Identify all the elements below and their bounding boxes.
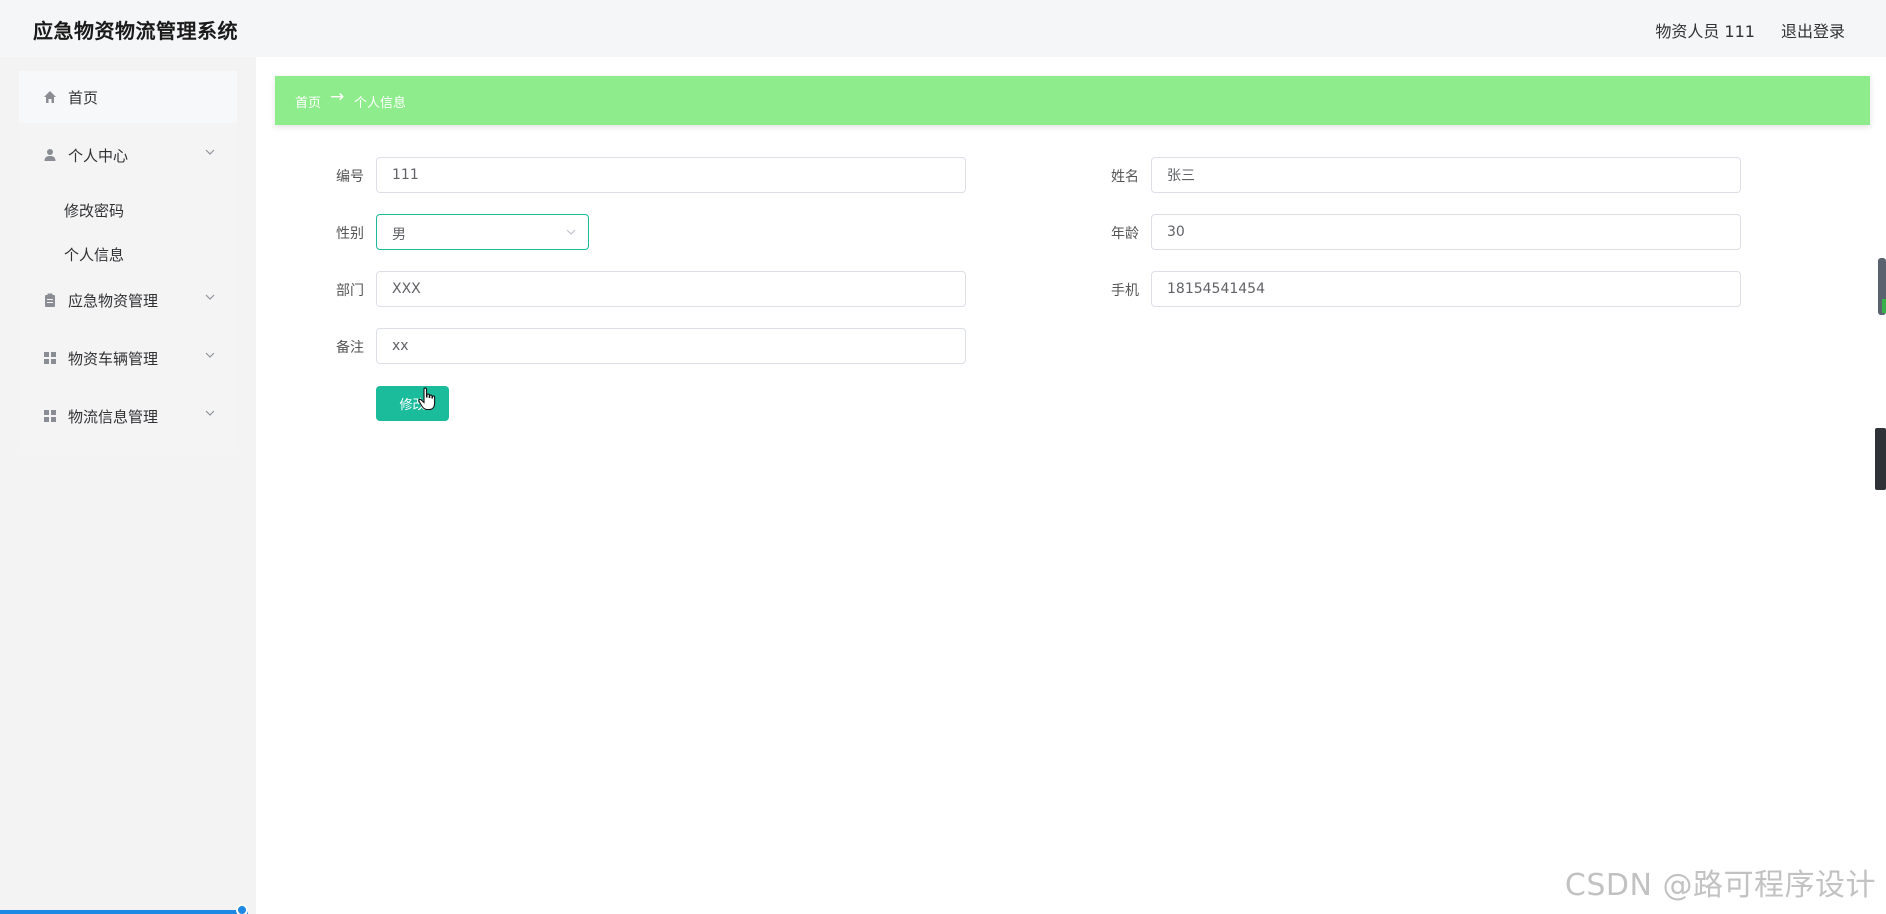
age-label: 年龄 [1111,226,1139,242]
sidebar-item-vehicle-management[interactable]: 物资车辆管理 [19,332,237,384]
breadcrumb-current: 个人信息 [354,96,407,111]
sidebar-item-label: 物流信息管理 [68,408,159,426]
sidebar-item-label: 应急物资管理 [68,292,159,310]
remark-input[interactable] [376,328,966,364]
breadcrumb-home-link[interactable]: 首页 [295,92,321,111]
chevron-down-icon [205,352,215,358]
sidebar-item-emergency-supplies[interactable]: 应急物资管理 [19,274,237,326]
sidebar-item-personal-center[interactable]: 个人中心 [19,129,237,181]
progress-handle[interactable] [236,904,248,914]
scrollbar-handle[interactable] [1878,258,1886,315]
logout-link[interactable]: 退出登录 [1781,18,1845,42]
id-input[interactable] [376,157,966,193]
clipboard-icon [45,293,55,307]
header-user-area: 物资人员 111 退出登录 [1655,18,1845,42]
breadcrumb-arrow-icon: → [330,87,345,107]
sidebar-item-label: 物资车辆管理 [68,350,159,368]
bottom-progress-bar [0,910,248,914]
scrollbar-handle[interactable] [1875,428,1886,490]
gender-select-value: 男 [392,227,406,243]
name-label: 姓名 [1111,169,1139,185]
sidebar-item-label: 个人中心 [68,147,129,165]
sidebar-item-label: 首页 [68,89,99,107]
chevron-down-icon [205,149,215,155]
sidebar-subitem-personal-info[interactable]: 个人信息 [64,244,124,265]
hand-cursor-icon [418,387,436,411]
remark-label: 备注 [336,340,364,356]
chevron-down-icon [566,229,576,235]
update-button[interactable]: 修改 [376,386,449,421]
department-label: 部门 [336,283,364,299]
sidebar-menu: 首页 个人中心 修改密码 个人信息 应急物资管理 物资车辆管理 物流信息管理 [19,71,237,449]
department-input[interactable] [376,271,966,307]
sidebar-item-home[interactable]: 首页 [19,71,237,123]
csdn-watermark: CSDN @路可程序设计 [1564,868,1876,903]
breadcrumb: 首页 → 个人信息 [275,76,1870,125]
gender-label: 性别 [336,226,364,242]
sidebar-item-logistics-management[interactable]: 物流信息管理 [19,390,237,442]
chevron-down-icon [205,410,215,416]
grid-icon [44,352,56,364]
home-icon [44,91,56,103]
gender-select[interactable]: 男 [376,214,589,250]
age-input[interactable] [1151,214,1741,250]
sidebar-subitem-change-password[interactable]: 修改密码 [64,200,124,221]
name-input[interactable] [1151,157,1741,193]
top-header: 应急物资物流管理系统 物资人员 111 退出登录 [0,0,1886,57]
current-user-label: 物资人员 111 [1655,22,1755,41]
app-title: 应急物资物流管理系统 [33,19,238,43]
phone-input[interactable] [1151,271,1741,307]
chevron-down-icon [205,294,215,300]
user-icon [44,149,56,161]
phone-label: 手机 [1111,283,1139,299]
id-label: 编号 [336,169,364,185]
grid-icon [44,410,56,422]
